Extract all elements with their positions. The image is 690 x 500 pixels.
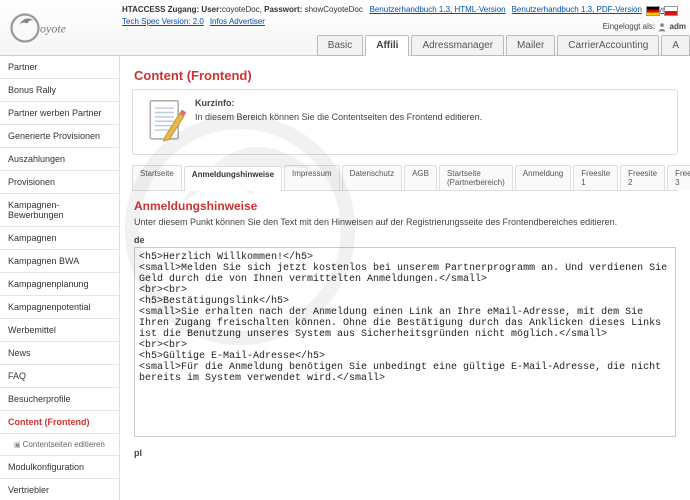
main-tab[interactable]: CarrierAccounting	[557, 35, 659, 56]
sidebar-nav: PartnerBonus RallyPartner werben Partner…	[0, 56, 120, 500]
content-subtab[interactable]: AGB	[404, 165, 437, 190]
content-subtab[interactable]: Startseite	[132, 165, 182, 190]
sidebar-item[interactable]: Kampagnen	[0, 227, 119, 250]
sidebar-item[interactable]: Kampagnenplanung	[0, 273, 119, 296]
section-heading: Anmeldungshinweise	[134, 199, 676, 213]
main-tab[interactable]: Affili	[365, 35, 409, 56]
content-subtab[interactable]: Startseite (Partnerbereich)	[439, 165, 513, 190]
main-tab[interactable]: Mailer	[506, 35, 555, 56]
sidebar-item[interactable]: Werbemittel	[0, 319, 119, 342]
main-tab[interactable]: Adressmanager	[411, 35, 504, 56]
sidebar-item[interactable]: Kampagnen BWA	[0, 250, 119, 273]
login-status: Eingeloggt als: adm	[603, 22, 686, 32]
brand-logo: oyote	[10, 8, 100, 48]
main-tab[interactable]: A	[661, 35, 690, 56]
sidebar-item[interactable]: Partner werben Partner	[0, 102, 119, 125]
sidebar-item[interactable]: Kampagnen-Bewerbungen	[0, 194, 119, 227]
sidebar-item[interactable]: Contentseiten editieren	[0, 434, 119, 456]
top-info-bar: HTACCESS Zugang: User:coyoteDoc, Passwor…	[122, 4, 684, 28]
sidebar-item[interactable]: Generierte Provisionen	[0, 125, 119, 148]
sidebar-item[interactable]: Kampagnenpotential	[0, 296, 119, 319]
field-label-pl: pl	[134, 448, 676, 458]
sidebar-item[interactable]: Provisionen	[0, 171, 119, 194]
content-subtab[interactable]: Anmeldungshinweise	[184, 166, 282, 191]
sidebar-item[interactable]: Vertriebler	[0, 479, 119, 500]
flag-pl-icon[interactable]	[664, 6, 678, 16]
sidebar-item[interactable]: Bonus Rally	[0, 79, 119, 102]
sidebar-item[interactable]: Besucherprofile	[0, 388, 119, 411]
content-subtab[interactable]: Impressum	[284, 165, 340, 190]
main-tab[interactable]: Basic	[317, 35, 363, 56]
sidebar-item[interactable]: Modulkonfiguration	[0, 456, 119, 479]
kurzinfo-heading: Kurzinfo:	[195, 98, 482, 108]
sidebar-item[interactable]: FAQ	[0, 365, 119, 388]
kurzinfo-text: In diesem Bereich können Sie die Content…	[195, 112, 482, 122]
content-subtab[interactable]: Freesite 2	[620, 165, 665, 190]
svg-text:oyote: oyote	[40, 22, 67, 36]
top-link[interactable]: Infos Advertiser	[210, 17, 265, 26]
content-subtab[interactable]: Datenschutz	[342, 165, 402, 190]
field-label-de: de	[134, 235, 676, 245]
note-pencil-icon	[135, 96, 195, 148]
page-title: Content (Frontend)	[134, 68, 678, 83]
content-subtab[interactable]: Freesite 1	[573, 165, 618, 190]
section-desc: Unter diesem Punkt können Sie den Text m…	[134, 217, 676, 227]
sidebar-item[interactable]: Content (Frontend)	[0, 411, 119, 434]
user-icon	[657, 22, 667, 32]
sidebar-item[interactable]: Partner	[0, 56, 119, 79]
sidebar-item[interactable]: News	[0, 342, 119, 365]
sidebar-item[interactable]: Auszahlungen	[0, 148, 119, 171]
content-textarea-de[interactable]	[134, 247, 676, 437]
top-link[interactable]: Benutzerhandbuch 1.3, PDF-Version	[512, 5, 642, 14]
content-subtab[interactable]: Freesite 3	[667, 165, 690, 190]
content-subtab[interactable]: Anmeldung	[515, 165, 571, 190]
kurzinfo-box: Kurzinfo: In diesem Bereich können Sie d…	[132, 89, 678, 155]
top-link[interactable]: Benutzerhandbuch 1.3, HTML-Version	[370, 5, 506, 14]
flag-de-icon[interactable]	[646, 6, 660, 16]
